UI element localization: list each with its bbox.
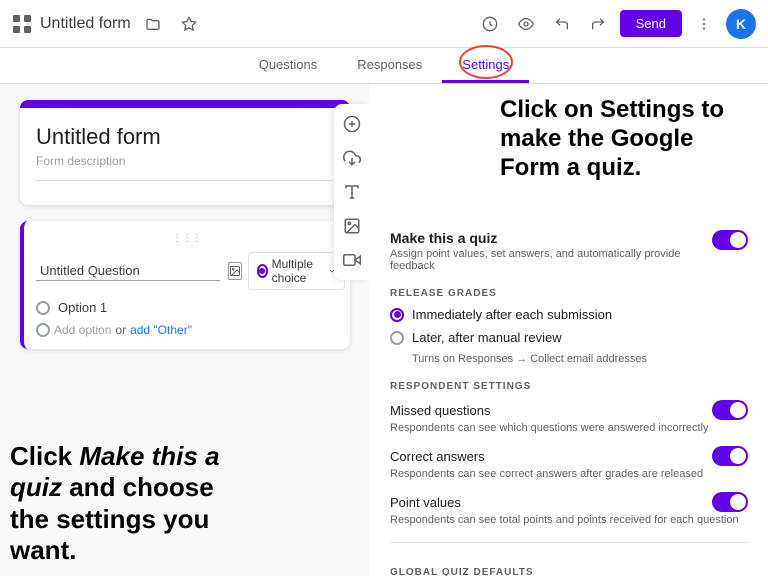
question-row: Multiple choice: [36, 252, 338, 290]
point-values-row: Point values Respondents can see total p…: [390, 492, 748, 526]
form-preview-card: Untitled form Form description: [20, 100, 350, 205]
left-panel: Untitled form Form description ⋮⋮⋮: [0, 84, 370, 576]
correct-answers-toggle[interactable]: [712, 446, 748, 466]
immediately-radio: [390, 308, 404, 322]
import-questions-icon[interactable]: [340, 146, 364, 170]
redo-icon[interactable]: [584, 10, 612, 38]
toggle-knob-correct: [730, 448, 746, 464]
settings-content: Make this a quiz Assign point values, se…: [390, 230, 748, 576]
text-icon[interactable]: [340, 180, 364, 204]
option-radio: [36, 301, 50, 315]
point-values-title: Point values: [390, 495, 461, 510]
missed-questions-row: Missed questions Respondents can see whi…: [390, 400, 748, 434]
release-grades-section: RELEASE GRADES Immediately after each su…: [390, 288, 748, 365]
tab-settings[interactable]: Settings: [442, 49, 529, 83]
immediately-option[interactable]: Immediately after each submission: [390, 307, 748, 322]
add-other-link[interactable]: add "Other": [130, 323, 192, 337]
missed-questions-desc: Respondents can see which questions were…: [390, 422, 748, 434]
top-bar-right: Send K: [476, 9, 756, 39]
add-question-icon[interactable]: [340, 112, 364, 136]
toggle-knob-missed: [730, 402, 746, 418]
point-values-desc: Respondents can see total points and poi…: [390, 514, 748, 526]
add-option-row: Add option or add "Other": [36, 323, 338, 337]
top-bar: Untitled form Send K: [0, 0, 768, 48]
respondent-settings-label: RESPONDENT SETTINGS: [390, 381, 748, 392]
tab-questions[interactable]: Questions: [239, 49, 338, 83]
missed-questions-header: Missed questions: [390, 400, 748, 420]
app-grid-icon[interactable]: [12, 14, 32, 34]
right-panel: Click on Settings to make the Google For…: [370, 84, 768, 576]
form-preview-title: Untitled form: [36, 124, 334, 150]
question-card: ⋮⋮⋮ Multiple choice: [20, 221, 350, 349]
toggle-knob: [730, 232, 746, 248]
star-icon[interactable]: [175, 10, 203, 38]
later-radio: [390, 331, 404, 345]
later-detail: Turns on Responses → Collect email addre…: [412, 353, 748, 365]
image-add-icon[interactable]: [340, 214, 364, 238]
make-quiz-toggle[interactable]: [712, 230, 748, 250]
correct-answers-row: Correct answers Respondents can see corr…: [390, 446, 748, 480]
make-quiz-description: Assign point values, set answers, and au…: [390, 248, 712, 272]
make-quiz-row: Make this a quiz Assign point values, se…: [390, 230, 748, 272]
global-defaults-label: GLOBAL QUIZ DEFAULTS: [390, 567, 748, 576]
make-quiz-title: Make this a quiz: [390, 230, 712, 246]
question-type-select[interactable]: Multiple choice: [248, 252, 345, 290]
more-vert-icon[interactable]: [690, 10, 718, 38]
avatar[interactable]: K: [726, 9, 756, 39]
missed-questions-title: Missed questions: [390, 403, 490, 418]
point-values-header: Point values: [390, 492, 748, 512]
make-quiz-text: Make this a quiz Assign point values, se…: [390, 230, 712, 272]
add-option-radio: [36, 323, 50, 337]
undo-icon[interactable]: [548, 10, 576, 38]
add-option-text[interactable]: Add option: [54, 323, 111, 337]
main-content: Untitled form Form description ⋮⋮⋮: [0, 84, 768, 576]
radio-type-icon: [257, 264, 268, 278]
question-type-area: Multiple choice: [228, 252, 345, 290]
later-option[interactable]: Later, after manual review Turns on Resp…: [390, 330, 748, 365]
option-1-text: Option 1: [58, 300, 107, 315]
accessibility-icon[interactable]: [476, 10, 504, 38]
radio-inner: [394, 311, 401, 318]
point-values-toggle[interactable]: [712, 492, 748, 512]
correct-answers-desc: Respondents can see correct answers afte…: [390, 468, 748, 480]
missed-questions-toggle[interactable]: [712, 400, 748, 420]
tabs-bar: Questions Responses Settings: [0, 48, 768, 84]
send-button[interactable]: Send: [620, 10, 682, 37]
form-title: Untitled form: [40, 15, 131, 33]
video-icon[interactable]: [340, 248, 364, 272]
form-description: Form description: [36, 154, 334, 168]
later-label: Later, after manual review: [412, 330, 562, 345]
tab-responses[interactable]: Responses: [337, 49, 442, 83]
instruction-bottom-left: Click Make this a quiz and choose the se…: [10, 441, 230, 566]
eye-icon[interactable]: [512, 10, 540, 38]
respondent-settings-section: RESPONDENT SETTINGS Missed questions Res…: [390, 381, 748, 526]
global-defaults-section: GLOBAL QUIZ DEFAULTS Default question po…: [390, 542, 748, 576]
option-1-row: Option 1: [36, 300, 338, 315]
toggle-knob-points: [730, 494, 746, 510]
form-divider: [36, 180, 334, 181]
folder-icon[interactable]: [139, 10, 167, 38]
top-bar-left: Untitled form: [12, 10, 203, 38]
correct-answers-title: Correct answers: [390, 449, 485, 464]
correct-answers-header: Correct answers: [390, 446, 748, 466]
make-quiz-section: Make this a quiz Assign point values, se…: [390, 230, 748, 272]
release-grades-label: RELEASE GRADES: [390, 288, 748, 299]
immediately-label: Immediately after each submission: [412, 307, 612, 322]
image-icon[interactable]: [228, 262, 242, 280]
instruction-top-right: Click on Settings to make the Google For…: [488, 84, 768, 194]
right-sidebar-tools: [334, 104, 370, 280]
question-input[interactable]: [36, 261, 220, 281]
drag-handle-icon: ⋮⋮⋮: [36, 233, 338, 244]
